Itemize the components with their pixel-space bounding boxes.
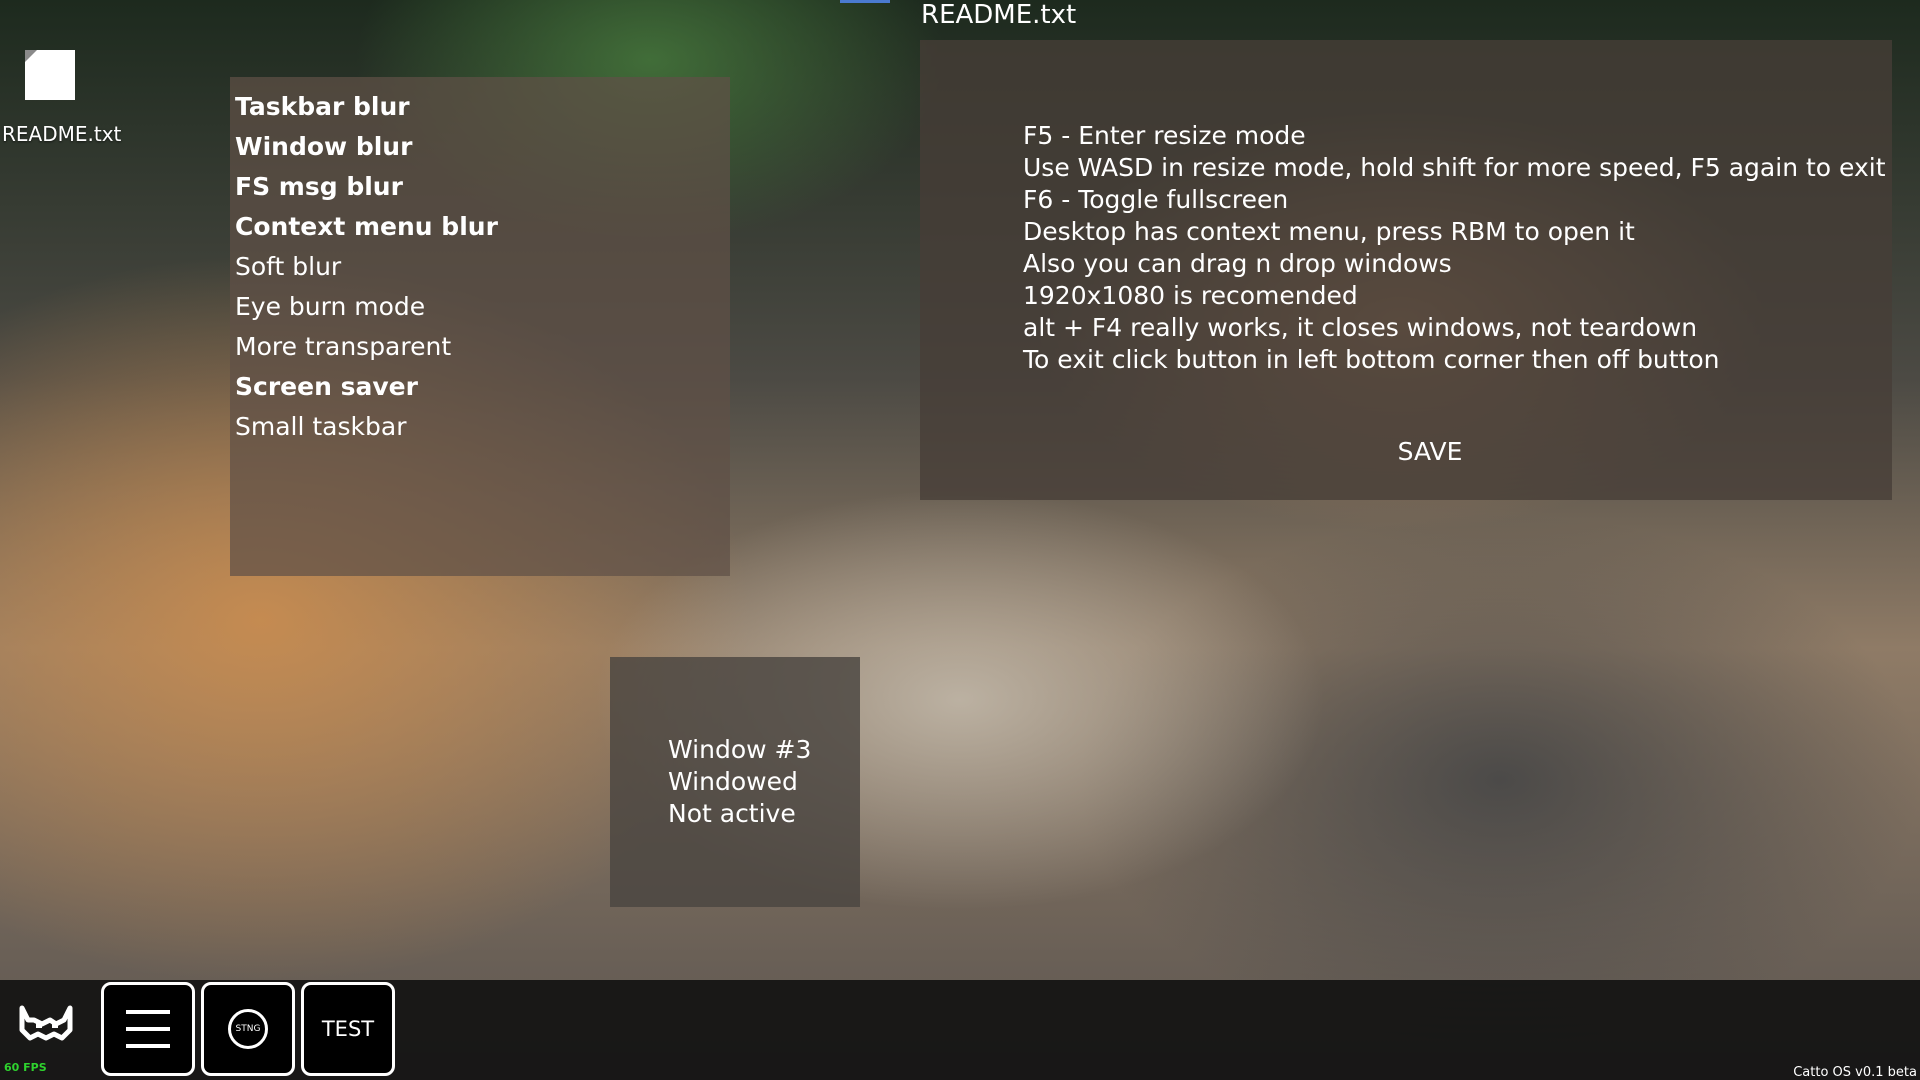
window-3[interactable]: Window #3 Windowed Not active — [610, 657, 860, 907]
readme-line: alt + F4 really works, it closes windows… — [1023, 313, 1698, 342]
readme-line: Desktop has context menu, press RBM to o… — [1023, 217, 1635, 246]
window-3-line: Windowed — [668, 767, 798, 796]
readme-line: To exit click button in left bottom corn… — [1023, 345, 1720, 374]
desktop-icon-label: README.txt — [2, 122, 122, 146]
test-button[interactable]: TEST — [301, 982, 395, 1076]
option-eye-burn-mode[interactable]: Eye burn mode — [235, 287, 730, 327]
os-version-label: Catto OS v0.1 beta — [1793, 1065, 1917, 1080]
file-icon — [25, 50, 75, 100]
option-context-menu-blur[interactable]: Context menu blur — [235, 207, 730, 247]
desktop-icon-readme[interactable]: README.txt — [0, 44, 122, 154]
option-taskbar-blur[interactable]: Taskbar blur — [235, 87, 730, 127]
save-button[interactable]: SAVE — [1380, 432, 1480, 472]
settings-window[interactable]: Taskbar blur Window blur FS msg blur Con… — [230, 77, 730, 576]
readme-line: F6 - Toggle fullscreen — [1023, 185, 1289, 214]
cat-logo-icon — [19, 1005, 73, 1041]
fps-counter: 60 FPS — [4, 1061, 47, 1074]
settings-icon-label: STNG — [235, 1024, 261, 1034]
menu-button[interactable] — [101, 982, 195, 1076]
window-title-accent — [840, 0, 890, 3]
readme-line: Also you can drag n drop windows — [1023, 249, 1452, 278]
readme-line: F5 - Enter resize mode — [1023, 121, 1306, 150]
readme-window[interactable]: F5 - Enter resize mode Use WASD in resiz… — [920, 40, 1892, 500]
settings-icon: STNG — [228, 1009, 268, 1049]
readme-text: F5 - Enter resize mode Use WASD in resiz… — [1023, 120, 1886, 376]
option-soft-blur[interactable]: Soft blur — [235, 247, 730, 287]
window-3-text: Window #3 Windowed Not active — [668, 734, 811, 830]
window-3-line: Window #3 — [668, 735, 812, 764]
option-more-transparent[interactable]: More transparent — [235, 327, 730, 367]
start-button[interactable]: 60 FPS — [0, 980, 100, 1080]
readme-window-title[interactable]: README.txt — [921, 0, 1076, 30]
window-3-line: Not active — [668, 799, 796, 828]
settings-options-list: Taskbar blur Window blur FS msg blur Con… — [230, 77, 730, 447]
hamburger-icon — [126, 1010, 170, 1048]
option-window-blur[interactable]: Window blur — [235, 127, 730, 167]
taskbar: 60 FPS STNG TEST Catto OS v0.1 beta — [0, 980, 1920, 1080]
readme-line: 1920x1080 is recomended — [1023, 281, 1358, 310]
option-small-taskbar[interactable]: Small taskbar — [235, 407, 730, 447]
desktop-screen: README.txt Taskbar blur Window blur FS m… — [0, 0, 1920, 1080]
test-button-label: TEST — [321, 1017, 375, 1041]
readme-line: Use WASD in resize mode, hold shift for … — [1023, 153, 1886, 182]
settings-button[interactable]: STNG — [201, 982, 295, 1076]
option-screen-saver[interactable]: Screen saver — [235, 367, 730, 407]
option-fs-msg-blur[interactable]: FS msg blur — [235, 167, 730, 207]
